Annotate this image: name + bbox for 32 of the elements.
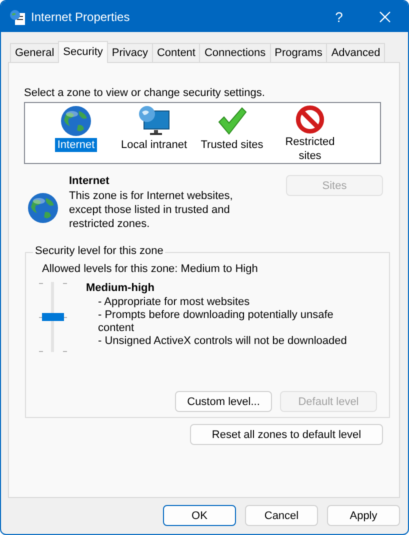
slider-thumb[interactable] — [42, 313, 64, 321]
level-description: - Prompts before downloading potentially unsafe content — [97, 309, 334, 335]
level-name: Medium-high — [86, 282, 156, 294]
no-entry-icon — [294, 105, 326, 134]
zone-item[interactable]: Restricted sites — [271, 135, 349, 163]
globe-icon — [27, 192, 59, 224]
zone-item[interactable]: Trusted sites — [198, 138, 266, 152]
window-title: Internet Properties — [31, 10, 131, 24]
zone-description: This zone is for Internet websites, except those listed in trusted and restricted zones. — [69, 189, 234, 231]
button[interactable]: Reset all zones to default level — [190, 424, 383, 445]
monitor-globe-icon — [138, 105, 170, 137]
zone-prompt: Select a zone to view or change security settings. — [24, 87, 266, 99]
globe-document-icon — [9, 8, 25, 24]
button[interactable]: Apply — [327, 505, 400, 526]
allowed-levels-text: Allowed levels for this zone: Medium to High — [42, 263, 259, 275]
tab[interactable]: Advanced — [326, 43, 386, 62]
button[interactable]: Custom level... — [175, 391, 272, 412]
level-description: - Appropriate for most websites — [97, 296, 251, 309]
level-description: - Unsigned ActiveX controls will not be downloaded — [97, 335, 348, 348]
zone-title: Internet — [69, 175, 110, 187]
button[interactable]: OK — [163, 505, 236, 526]
close-icon[interactable] — [379, 10, 391, 22]
tab[interactable]: General — [10, 43, 60, 62]
checkmark-icon — [216, 105, 248, 137]
tab[interactable]: Security — [58, 41, 108, 63]
zone-item[interactable]: Local intranet — [118, 138, 190, 152]
zone-item[interactable]: Internet — [55, 138, 97, 152]
globe-icon — [60, 105, 92, 137]
security-level-slider[interactable] — [38, 282, 68, 352]
help-button[interactable]: ? — [316, 8, 362, 24]
button[interactable]: Cancel — [245, 505, 318, 526]
group-legend: Security level for this zone — [33, 245, 166, 257]
